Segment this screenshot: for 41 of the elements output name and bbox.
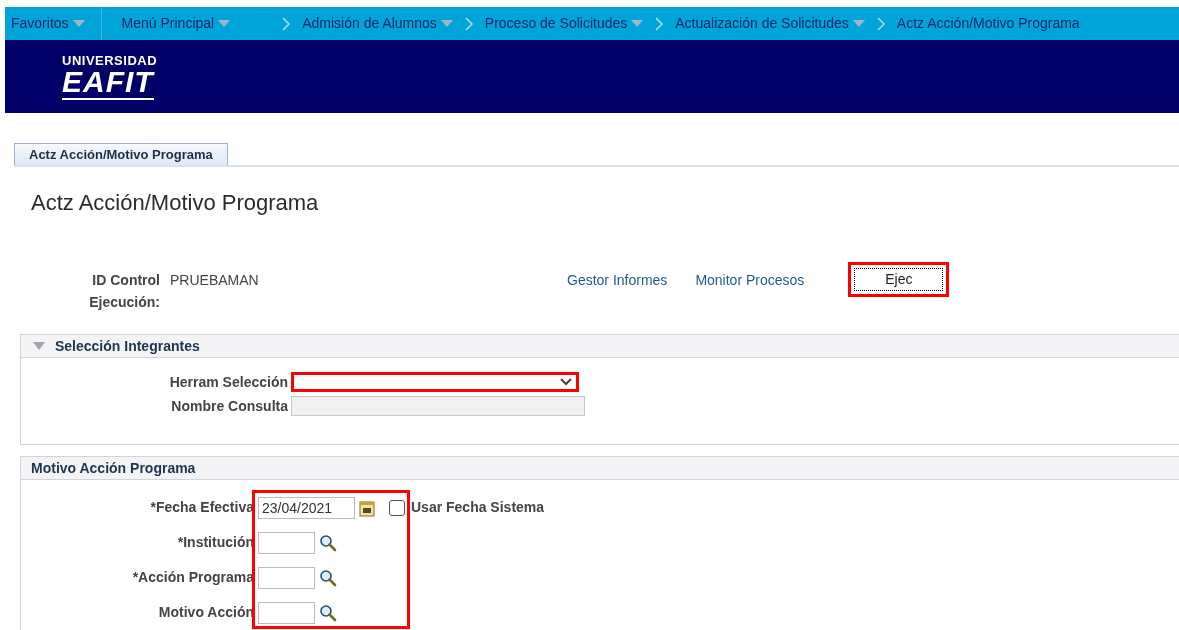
- section-title: Motivo Acción Programa: [31, 458, 196, 478]
- date-field[interactable]: 23/04/2021: [258, 496, 355, 519]
- process-monitor-link[interactable]: Monitor Procesos: [695, 269, 805, 291]
- nav-menu-item[interactable]: Actz Acción/Motivo Programa: [896, 13, 1080, 34]
- search-icon[interactable]: [319, 603, 337, 622]
- field-label: *Institución: [176, 533, 254, 552]
- field-label: Herram Selección: [168, 372, 289, 392]
- chevron-icon: [282, 16, 291, 31]
- section-title: Selección Integrantes: [55, 336, 200, 356]
- search-icon[interactable]: [319, 568, 337, 587]
- chevron-icon: [464, 16, 473, 31]
- field-value: PRUEBAMAN: [170, 271, 260, 290]
- input-field[interactable]: [258, 566, 315, 589]
- field-label: Motivo Acción: [157, 603, 254, 622]
- search-icon[interactable]: [319, 533, 337, 552]
- nav-menu-item[interactable]: Favoritos: [11, 13, 69, 34]
- field-label: *Fecha Efectiva: [149, 498, 254, 517]
- chevron-icon: [876, 16, 885, 31]
- logo-text: UNIVERSIDAD: [62, 53, 158, 67]
- section-header[interactable]: Selección Integrantes: [20, 334, 1179, 358]
- chevron-icon: [655, 16, 664, 31]
- logo-wordmark: EAFIT: [62, 66, 154, 100]
- field-label: *Acción Programa: [131, 568, 254, 587]
- dropdown-field[interactable]: [291, 372, 579, 392]
- input-field[interactable]: [258, 531, 315, 554]
- page-title: Actz Acción/Motivo Programa: [31, 189, 320, 217]
- field-label: Ejecución:: [89, 293, 160, 312]
- field-label: Nombre Consulta: [170, 396, 289, 416]
- field-label: ID Control: [92, 271, 160, 290]
- nav-menu-item[interactable]: Proceso de Solicitudes: [484, 13, 628, 34]
- nav-menu-item[interactable]: Menú Principal: [121, 13, 215, 34]
- report-manager-link[interactable]: Gestor Informes: [567, 269, 668, 291]
- nav-menu-item[interactable]: Actualización de Solicitudes: [675, 13, 849, 34]
- checkbox-label: Usar Fecha Sistema: [411, 498, 545, 517]
- run-button[interactable]: Ejec: [854, 268, 944, 291]
- nav-menu-item[interactable]: Admisión de Alumnos: [302, 13, 437, 34]
- chevron-down-icon: [560, 378, 572, 386]
- input-field[interactable]: [258, 601, 315, 624]
- calendar-icon[interactable]: [359, 498, 375, 517]
- checkbox[interactable]: [389, 499, 405, 516]
- page-tab[interactable]: Actz Acción/Motivo Programa: [14, 143, 228, 165]
